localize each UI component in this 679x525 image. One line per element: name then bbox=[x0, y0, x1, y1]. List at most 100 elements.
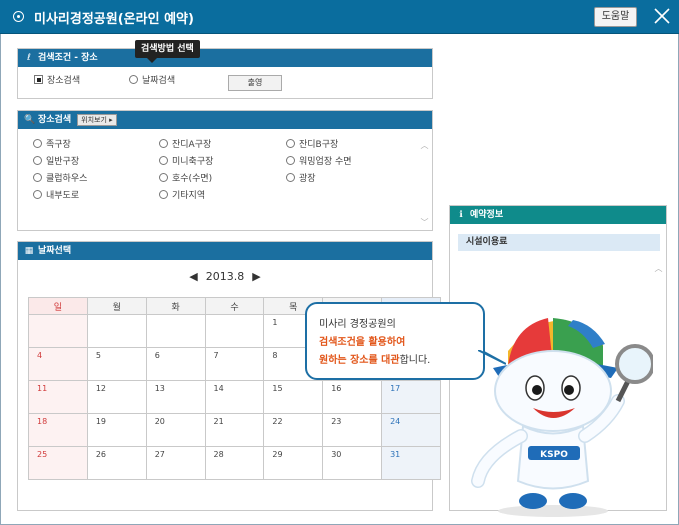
calendar-day-cell[interactable]: 23 bbox=[322, 413, 383, 447]
scroll-up-icon[interactable]: ︿ bbox=[654, 264, 663, 273]
calendar-day-cell[interactable]: 21 bbox=[204, 413, 265, 447]
place-option-label: 일반구장 bbox=[46, 157, 80, 167]
bubble-line-3-rest: 합니다. bbox=[399, 355, 431, 366]
window-title: 미사리경정공원(온라인 예약) bbox=[34, 12, 194, 27]
calendar-day-cell[interactable]: 20 bbox=[145, 413, 206, 447]
radio-indicator bbox=[33, 139, 42, 148]
prev-month-icon[interactable]: ◀ bbox=[189, 270, 197, 283]
place-option-label: 내부도로 bbox=[46, 191, 80, 201]
calendar-day-cell[interactable]: 28 bbox=[204, 446, 265, 480]
radio-indicator bbox=[33, 173, 42, 182]
next-month-icon[interactable]: ▶ bbox=[252, 270, 260, 283]
calendar-day-cell[interactable]: 15 bbox=[263, 380, 324, 414]
place-option-label: 기타지역 bbox=[172, 191, 206, 201]
place-search-title: 장소검색 bbox=[38, 115, 72, 125]
scroll-down-icon[interactable]: ﹀ bbox=[420, 218, 429, 227]
title-bar: 미사리경정공원(온라인 예약) 도움말 bbox=[0, 0, 679, 34]
radio-indicator bbox=[33, 190, 42, 199]
help-button[interactable]: 도움말 bbox=[594, 7, 637, 27]
reservation-scrollbar[interactable]: ︿ bbox=[654, 264, 663, 504]
date-select-title: 날짜선택 bbox=[38, 246, 72, 256]
bubble-line-3: 원하는 장소를 대관합니다. bbox=[319, 352, 471, 370]
target-icon bbox=[13, 11, 24, 22]
search-icon: 🔍 bbox=[24, 115, 36, 125]
scroll-up-icon[interactable]: ︿ bbox=[420, 141, 429, 150]
calendar-day-cell[interactable]: 6 bbox=[145, 347, 206, 381]
calendar-day-cell[interactable]: 22 bbox=[263, 413, 324, 447]
radio-indicator bbox=[33, 156, 42, 165]
place-option[interactable]: 기타지역 bbox=[159, 188, 205, 201]
place-option-label: 잔디B구장 bbox=[299, 140, 339, 150]
calendar-day-cell[interactable]: 12 bbox=[86, 380, 147, 414]
calendar-day-cell[interactable]: 24 bbox=[381, 413, 441, 447]
place-option[interactable]: 호수(수면) bbox=[159, 171, 212, 184]
bubble-line-1: 미사리 경정공원의 bbox=[319, 319, 396, 330]
search-method-tooltip: 검색방법 선택 bbox=[135, 40, 200, 63]
place-option[interactable]: 클럽하우스 bbox=[33, 171, 87, 184]
close-icon[interactable] bbox=[652, 6, 672, 26]
place-search-header: 🔍 장소검색 위치보기 ▸ bbox=[18, 111, 432, 129]
calendar-day-cell[interactable]: 11 bbox=[28, 380, 88, 414]
bubble-line-2: 검색조건을 활용하여 bbox=[319, 337, 406, 348]
calendar-day-cell[interactable]: 5 bbox=[86, 347, 147, 381]
facility-fee-label: 시설이용료 bbox=[458, 234, 660, 251]
calendar-day-cell[interactable]: 30 bbox=[322, 446, 383, 480]
place-option[interactable]: 잔디A구장 bbox=[159, 137, 211, 150]
radio-indicator bbox=[286, 156, 295, 165]
radio-place-search[interactable]: 장소검색 bbox=[34, 73, 80, 86]
search-button[interactable]: 출영 bbox=[228, 75, 282, 91]
place-option-label: 호수(수면) bbox=[172, 174, 213, 184]
info-icon: ℹ bbox=[459, 210, 463, 220]
calendar-icon: ▦ bbox=[24, 246, 34, 256]
calendar-day-cell[interactable]: 18 bbox=[28, 413, 88, 447]
radio-indicator bbox=[286, 139, 295, 148]
calendar-day-cell[interactable]: 31 bbox=[381, 446, 441, 480]
place-option[interactable]: 일반구장 bbox=[33, 154, 79, 167]
location-view-button[interactable]: 위치보기 ▸ bbox=[77, 113, 117, 126]
weekday-header: 월 bbox=[86, 297, 147, 315]
calendar-day-cell[interactable]: 26 bbox=[86, 446, 147, 480]
place-option[interactable]: 족구장 bbox=[33, 137, 71, 150]
place-option-label: 잔디A구장 bbox=[172, 140, 212, 150]
place-option[interactable]: 잔디B구장 bbox=[286, 137, 338, 150]
place-option[interactable]: 미니축구장 bbox=[159, 154, 213, 167]
calendar-day-cell[interactable]: 25 bbox=[28, 446, 88, 480]
radio-indicator bbox=[159, 139, 168, 148]
radio-label: 장소검색 bbox=[47, 76, 81, 86]
search-condition-title: 검색조건 - 장소 bbox=[38, 53, 98, 63]
place-option[interactable]: 워밍업장 수면 bbox=[286, 154, 352, 167]
calendar-day-cell[interactable]: 4 bbox=[28, 347, 88, 381]
calendar-day-cell[interactable]: 17 bbox=[381, 380, 441, 414]
calendar-day-cell bbox=[28, 314, 88, 348]
calendar-day-cell bbox=[86, 314, 147, 348]
radio-indicator bbox=[159, 156, 168, 165]
reservation-info-title: 예약정보 bbox=[470, 210, 504, 220]
place-option-label: 워밍업장 수면 bbox=[299, 157, 352, 167]
date-select-header: ▦ 날짜선택 bbox=[18, 242, 432, 260]
calendar-week-row: 18 19 20 21 22 23 24 bbox=[28, 413, 441, 447]
place-option[interactable]: 광장 bbox=[286, 171, 316, 184]
radio-indicator bbox=[159, 173, 168, 182]
weekday-header: 화 bbox=[145, 297, 206, 315]
calendar-day-cell[interactable]: 7 bbox=[204, 347, 265, 381]
mascot-character-icon: KSPO bbox=[471, 318, 653, 517]
radio-date-search[interactable]: 날짜검색 bbox=[129, 73, 175, 86]
place-option-label: 족구장 bbox=[46, 140, 71, 150]
calendar-day-cell[interactable]: 29 bbox=[263, 446, 324, 480]
month-navigator: ◀ 2013.8 ▶ bbox=[18, 270, 432, 283]
calendar-day-cell[interactable]: 13 bbox=[145, 380, 206, 414]
mascot-badge-text: KSPO bbox=[540, 450, 568, 460]
radio-indicator bbox=[129, 75, 138, 84]
place-list-scrollbar[interactable]: ︿ ﹀ bbox=[420, 141, 429, 227]
place-option-label: 광장 bbox=[299, 174, 316, 184]
calendar-day-cell[interactable]: 14 bbox=[204, 380, 265, 414]
calendar-day-cell[interactable]: 16 bbox=[322, 380, 383, 414]
weekday-header: 수 bbox=[204, 297, 265, 315]
calendar-day-cell[interactable]: 19 bbox=[86, 413, 147, 447]
calendar-week-row: 25 26 27 28 29 30 31 bbox=[28, 446, 441, 480]
calendar-day-cell bbox=[145, 314, 206, 348]
place-option[interactable]: 내부도로 bbox=[33, 188, 79, 201]
radio-indicator bbox=[159, 190, 168, 199]
calendar-day-cell[interactable]: 27 bbox=[145, 446, 206, 480]
radio-indicator bbox=[286, 173, 295, 182]
